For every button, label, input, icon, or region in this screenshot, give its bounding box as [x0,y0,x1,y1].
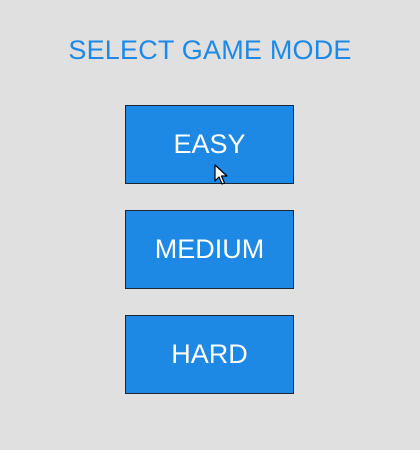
medium-mode-button[interactable]: MEDIUM [125,210,294,289]
hard-mode-button[interactable]: HARD [125,315,294,394]
page-title: SELECT GAME MODE [68,35,352,65]
easy-mode-button[interactable]: EASY [125,105,294,184]
